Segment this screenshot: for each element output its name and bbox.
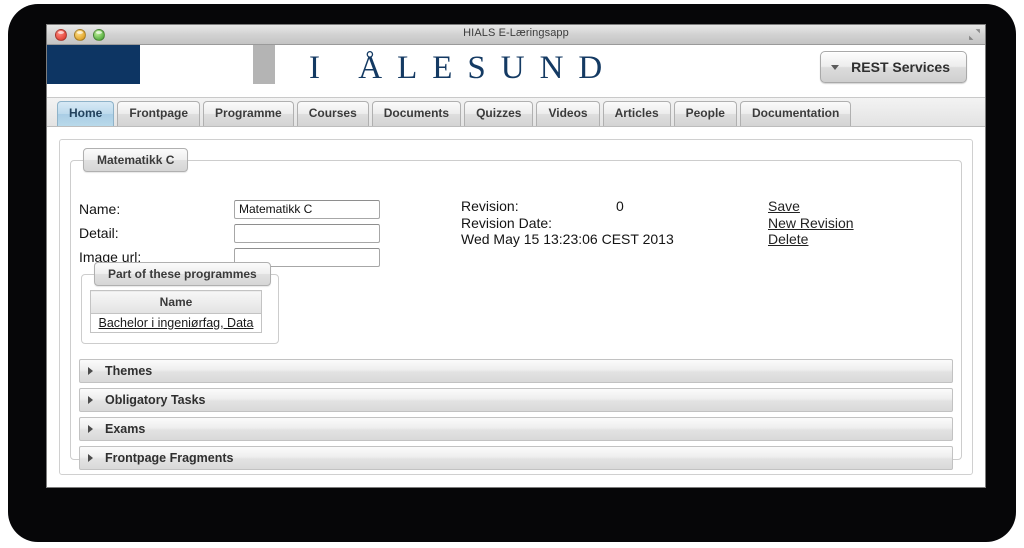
action-save[interactable]: Save xyxy=(768,198,854,215)
form-row: Name: xyxy=(79,198,380,220)
programmes-table-header-row: Name xyxy=(90,290,262,314)
programmes-table: Name Bachelor i ingeniørfag, Data xyxy=(90,290,262,333)
accordion-section-label: Obligatory Tasks xyxy=(105,393,206,407)
chevron-down-icon xyxy=(831,64,840,70)
tab-people[interactable]: People xyxy=(673,101,737,126)
revision-info: Revision: 0 Revision Date: Wed May 15 13… xyxy=(461,198,674,248)
revision-label: Revision: xyxy=(461,198,519,214)
accordion-section-frontpage-fragments[interactable]: Frontpage Fragments xyxy=(79,446,953,470)
tab-programme[interactable]: Programme xyxy=(203,101,294,126)
tab-quizzes[interactable]: Quizzes xyxy=(464,101,534,126)
programmes-table-body: Bachelor i ingeniørfag, Data xyxy=(91,314,262,333)
chevron-right-icon xyxy=(88,454,93,462)
tab-documentation[interactable]: Documentation xyxy=(739,101,852,126)
course-legend: Matematikk C xyxy=(83,148,189,172)
tab-videos[interactable]: Videos xyxy=(536,101,600,126)
tab-articles[interactable]: Articles xyxy=(602,101,671,126)
course-fieldset: Matematikk C Name:Detail:Image url: Revi… xyxy=(70,148,962,470)
programme-link[interactable]: Bachelor i ingeniørfag, Data xyxy=(99,316,254,330)
action-new-revision[interactable]: New Revision xyxy=(768,215,854,232)
rest-services-label: REST Services xyxy=(851,59,950,75)
logo-accent-block xyxy=(253,45,275,84)
field-label-detail: Detail: xyxy=(79,225,119,241)
brand-header: I ÅLESUND REST Services xyxy=(47,45,985,98)
chevron-right-icon xyxy=(88,367,93,375)
programmes-legend: Part of these programmes xyxy=(94,262,271,286)
programmes-column-header: Name xyxy=(90,290,262,314)
course-legend-chip[interactable]: Matematikk C xyxy=(83,148,189,172)
chevron-right-icon xyxy=(88,425,93,433)
form-row: Detail: xyxy=(79,222,380,244)
accordion-section-themes[interactable]: Themes xyxy=(79,359,953,383)
revision-date-value: Wed May 15 13:23:06 CEST 2013 xyxy=(461,231,674,248)
application-window: HIALS E-Læringsapp I ÅLESUND REST Servic… xyxy=(46,24,986,488)
window-title: HIALS E-Læringsapp xyxy=(463,27,569,39)
wordmark: I ÅLESUND xyxy=(309,50,618,86)
tab-courses[interactable]: Courses xyxy=(296,101,369,126)
table-row: Bachelor i ingeniørfag, Data xyxy=(91,314,262,333)
course-sections-accordion: Themes Obligatory Tasks Exams Frontpage Fra… xyxy=(79,359,953,475)
accordion-section-label: Themes xyxy=(105,364,153,378)
programmes-legend-chip[interactable]: Part of these programmes xyxy=(94,262,271,286)
action-delete[interactable]: Delete xyxy=(768,231,854,248)
tab-documents[interactable]: Documents xyxy=(371,101,462,126)
tab-home[interactable]: Home xyxy=(57,101,115,126)
accordion-section-label: Exams xyxy=(105,422,146,436)
tab-frontpage[interactable]: Frontpage xyxy=(117,101,201,126)
institution-logo xyxy=(47,45,140,84)
field-input-detail[interactable] xyxy=(234,223,380,243)
content-panel: Matematikk C Name:Detail:Image url: Revi… xyxy=(59,139,973,475)
accordion-section-obligatory-tasks[interactable]: Obligatory Tasks xyxy=(79,388,953,412)
main-navigation-tabs: Home Frontpage Programme Courses Documents Qu… xyxy=(47,98,985,127)
accordion-section-label: Frontpage Fragments xyxy=(105,451,234,465)
revision-date-label: Revision Date: xyxy=(461,214,553,231)
accordion-section-exams[interactable]: Exams xyxy=(79,417,953,441)
field-input-name[interactable] xyxy=(234,199,380,219)
page-body: I ÅLESUND REST Services Home Frontpage Pro… xyxy=(47,45,985,487)
course-actions: Save New Revision Delete xyxy=(768,198,854,248)
chevron-right-icon xyxy=(88,396,93,404)
table-cell: Bachelor i ingeniørfag, Data xyxy=(91,314,262,333)
window-titlebar[interactable]: HIALS E-Læringsapp xyxy=(47,25,985,45)
programmes-fieldset: Part of these programmes Name Bachelor i… xyxy=(81,262,279,344)
revision-value: 0 xyxy=(616,198,624,214)
rest-services-button[interactable]: REST Services xyxy=(820,51,967,83)
field-label-name: Name: xyxy=(79,201,121,217)
course-form: Name:Detail:Image url: xyxy=(79,198,380,270)
window-resize-icon[interactable] xyxy=(968,28,981,41)
